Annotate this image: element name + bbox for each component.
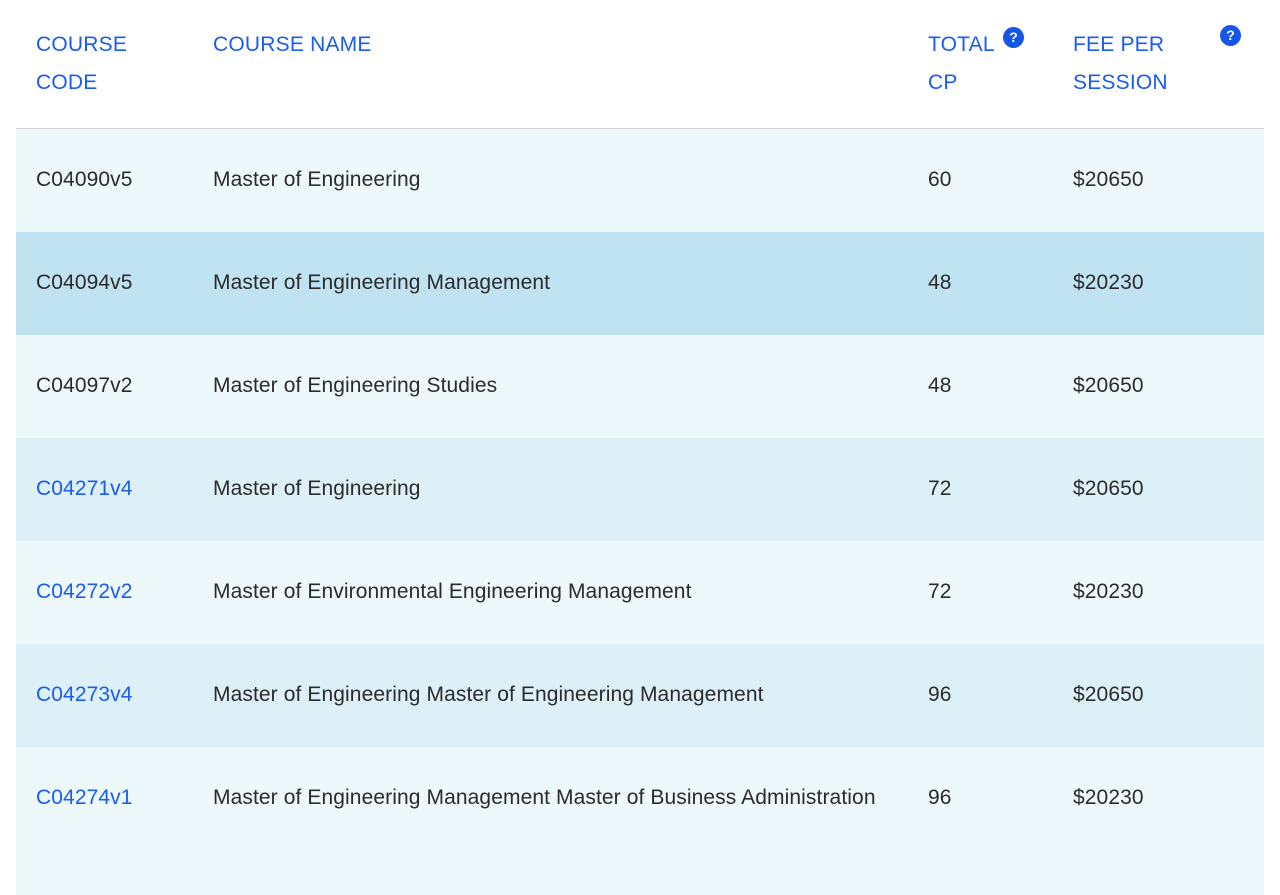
cell-course-name: Master of Engineering Management <box>213 262 893 304</box>
cell-course-name: Master of Environmental Engineering Mana… <box>213 571 893 613</box>
cell-course-name: Master of Engineering <box>213 468 893 510</box>
column-header-fee-per-session: FEE PER SESSION <box>1073 26 1213 102</box>
cell-total-cp: 72 <box>928 468 1008 510</box>
cell-fee-per-session: $20650 <box>1073 365 1233 407</box>
cell-course-code: C04273v4 <box>36 674 206 716</box>
cell-total-cp: 96 <box>928 674 1008 716</box>
cell-course-code: C04274v1 <box>36 777 206 819</box>
table-row: C04097v2Master of Engineering Studies 48 $… <box>16 335 1264 438</box>
cell-course-name: Master of Engineering <box>213 159 893 201</box>
table-row: C04271v4 Master of Engineering 72 $20650 <box>16 438 1264 541</box>
cell-course-code: C04097v2 <box>36 365 206 407</box>
table-row: C04272v2 Master of Environmental Engineer… <box>16 541 1264 644</box>
total-cp-help-icon[interactable]: ? <box>1003 27 1024 48</box>
cell-course-name: Master of Engineering Master of Engineer… <box>213 674 893 716</box>
table-row: C04273v4 Master of Engineering Master of … <box>16 644 1264 747</box>
course-code-link[interactable]: C04274v1 <box>36 786 133 809</box>
cell-total-cp: 72 <box>928 571 1008 613</box>
cell-total-cp: 60 <box>928 159 1008 201</box>
cell-course-code: C04271v4 <box>36 468 206 510</box>
cell-course-code: C04090v5 <box>36 159 206 201</box>
table-row: C04090v5Master of Engineering 60 $20650 <box>16 129 1264 232</box>
cell-course-code: C04094v5 <box>36 262 206 304</box>
cell-total-cp: 96 <box>928 777 1008 819</box>
cell-fee-per-session: $20650 <box>1073 674 1233 716</box>
cell-fee-per-session: $20230 <box>1073 571 1233 613</box>
column-header-course-name: COURSE NAME <box>213 26 853 64</box>
cell-total-cp: 48 <box>928 365 1008 407</box>
column-header-course-code: COURSE CODE <box>36 26 196 102</box>
table-body: C04090v5Master of Engineering60$20650C04… <box>16 128 1264 895</box>
cell-course-name: Master of Engineering Studies <box>213 365 893 407</box>
course-fees-table: COURSE CODE COURSE NAME TOTAL CP ? FEE P… <box>0 0 1280 895</box>
cell-fee-per-session: $20230 <box>1073 262 1233 304</box>
column-header-total-cp: TOTAL CP <box>928 26 1008 102</box>
table-header-row: COURSE CODE COURSE NAME TOTAL CP ? FEE P… <box>0 0 1280 128</box>
cell-fee-per-session: $20230 <box>1073 777 1233 819</box>
course-code-link[interactable]: C04272v2 <box>36 580 133 603</box>
table-row: C04274v1 Master of Engineering Management… <box>16 747 1264 895</box>
table-row: C04094v5Master of Engineering Management… <box>16 232 1264 335</box>
cell-fee-per-session: $20650 <box>1073 159 1233 201</box>
cell-course-name: Master of Engineering Management Master … <box>213 777 893 819</box>
cell-course-code: C04272v2 <box>36 571 206 613</box>
course-code-link[interactable]: C04273v4 <box>36 683 133 706</box>
cell-fee-per-session: $20650 <box>1073 468 1233 510</box>
fee-per-session-help-icon[interactable]: ? <box>1220 25 1241 46</box>
course-code-link[interactable]: C04271v4 <box>36 477 133 500</box>
cell-total-cp: 48 <box>928 262 1008 304</box>
